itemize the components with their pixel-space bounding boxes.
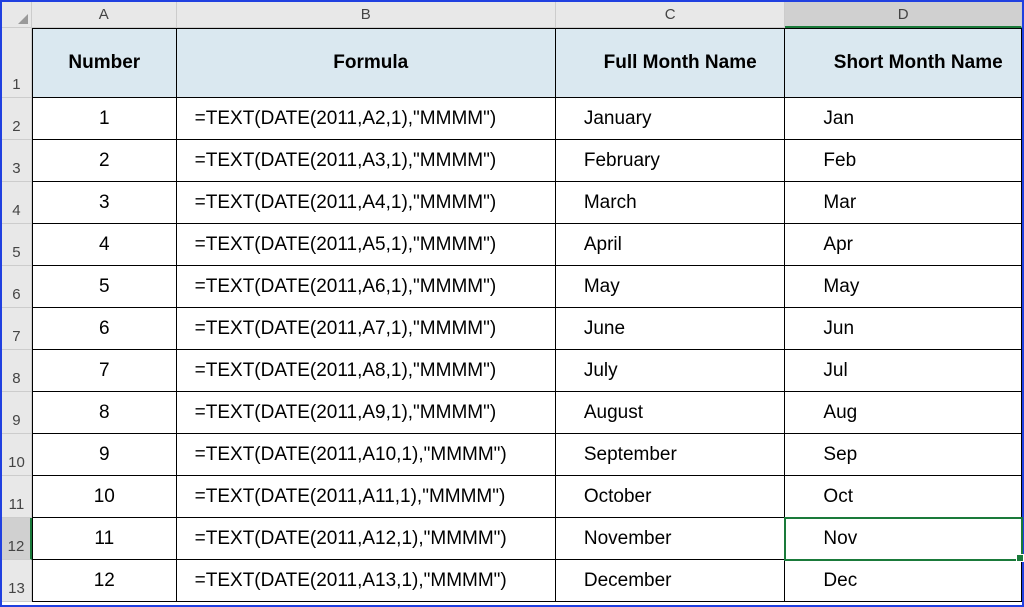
header-formula[interactable]: Formula bbox=[177, 28, 556, 98]
cell-full-month[interactable]: January bbox=[556, 98, 786, 140]
header-full-month[interactable]: Full Month Name bbox=[556, 28, 786, 98]
row-header[interactable]: 2 bbox=[2, 98, 32, 140]
cell-short-month[interactable]: Mar bbox=[785, 182, 1022, 224]
cell-formula[interactable]: =TEXT(DATE(2011,A2,1),"MMMM") bbox=[177, 98, 556, 140]
cell-number[interactable]: 1 bbox=[32, 98, 177, 140]
cell-formula[interactable]: =TEXT(DATE(2011,A10,1),"MMMM") bbox=[177, 434, 556, 476]
spreadsheet-grid: A B C D 1 Number Formula Full Month Name… bbox=[2, 2, 1022, 605]
cell-short-month[interactable]: Oct bbox=[785, 476, 1022, 518]
cell-formula[interactable]: =TEXT(DATE(2011,A8,1),"MMMM") bbox=[177, 350, 556, 392]
cell-formula[interactable]: =TEXT(DATE(2011,A9,1),"MMMM") bbox=[177, 392, 556, 434]
cell-number[interactable]: 12 bbox=[32, 560, 177, 602]
row-header[interactable]: 4 bbox=[2, 182, 32, 224]
cell-short-month[interactable]: Aug bbox=[785, 392, 1022, 434]
cell-short-month-active[interactable]: Nov bbox=[785, 518, 1022, 560]
table-row: 9 8 =TEXT(DATE(2011,A9,1),"MMMM") August… bbox=[2, 392, 1022, 434]
cell-formula[interactable]: =TEXT(DATE(2011,A5,1),"MMMM") bbox=[177, 224, 556, 266]
cell-formula[interactable]: =TEXT(DATE(2011,A12,1),"MMMM") bbox=[177, 518, 556, 560]
row-header-1[interactable]: 1 bbox=[2, 28, 32, 98]
table-row: 6 5 =TEXT(DATE(2011,A6,1),"MMMM") May Ma… bbox=[2, 266, 1022, 308]
cell-full-month[interactable]: December bbox=[556, 560, 786, 602]
cell-full-month[interactable]: April bbox=[556, 224, 786, 266]
cell-formula[interactable]: =TEXT(DATE(2011,A6,1),"MMMM") bbox=[177, 266, 556, 308]
row-header[interactable]: 5 bbox=[2, 224, 32, 266]
cell-full-month[interactable]: August bbox=[556, 392, 786, 434]
cell-number[interactable]: 9 bbox=[32, 434, 177, 476]
cell-short-month[interactable]: Apr bbox=[785, 224, 1022, 266]
cell-number[interactable]: 8 bbox=[32, 392, 177, 434]
col-header-d[interactable]: D bbox=[785, 2, 1022, 28]
cell-number[interactable]: 7 bbox=[32, 350, 177, 392]
cell-full-month[interactable]: February bbox=[556, 140, 786, 182]
row-header[interactable]: 13 bbox=[2, 560, 32, 602]
cell-full-month[interactable]: March bbox=[556, 182, 786, 224]
cell-number[interactable]: 2 bbox=[32, 140, 177, 182]
cell-number[interactable]: 11 bbox=[32, 518, 177, 560]
table-row: 5 4 =TEXT(DATE(2011,A5,1),"MMMM") April … bbox=[2, 224, 1022, 266]
row-header[interactable]: 11 bbox=[2, 476, 32, 518]
col-header-c[interactable]: C bbox=[556, 2, 786, 28]
cell-number[interactable]: 4 bbox=[32, 224, 177, 266]
select-all-corner[interactable] bbox=[2, 2, 32, 28]
cell-short-month[interactable]: Jun bbox=[785, 308, 1022, 350]
row-header[interactable]: 6 bbox=[2, 266, 32, 308]
col-header-a[interactable]: A bbox=[32, 2, 177, 28]
table-row: 12 11 =TEXT(DATE(2011,A12,1),"MMMM") Nov… bbox=[2, 518, 1022, 560]
header-short-month[interactable]: Short Month Name bbox=[785, 28, 1022, 98]
cell-formula[interactable]: =TEXT(DATE(2011,A7,1),"MMMM") bbox=[177, 308, 556, 350]
table-row: 4 3 =TEXT(DATE(2011,A4,1),"MMMM") March … bbox=[2, 182, 1022, 224]
table-row: 10 9 =TEXT(DATE(2011,A10,1),"MMMM") Sept… bbox=[2, 434, 1022, 476]
row-header[interactable]: 3 bbox=[2, 140, 32, 182]
table-header-row: 1 Number Formula Full Month Name Short M… bbox=[2, 28, 1022, 98]
cell-formula[interactable]: =TEXT(DATE(2011,A4,1),"MMMM") bbox=[177, 182, 556, 224]
cell-number[interactable]: 5 bbox=[32, 266, 177, 308]
table-row: 3 2 =TEXT(DATE(2011,A3,1),"MMMM") Februa… bbox=[2, 140, 1022, 182]
cell-full-month[interactable]: May bbox=[556, 266, 786, 308]
table-row: 2 1 =TEXT(DATE(2011,A2,1),"MMMM") Januar… bbox=[2, 98, 1022, 140]
row-header[interactable]: 9 bbox=[2, 392, 32, 434]
cell-formula[interactable]: =TEXT(DATE(2011,A11,1),"MMMM") bbox=[177, 476, 556, 518]
column-headers-row: A B C D bbox=[2, 2, 1022, 28]
cell-number[interactable]: 3 bbox=[32, 182, 177, 224]
header-number[interactable]: Number bbox=[32, 28, 177, 98]
cell-formula[interactable]: =TEXT(DATE(2011,A3,1),"MMMM") bbox=[177, 140, 556, 182]
cell-short-month[interactable]: May bbox=[785, 266, 1022, 308]
cell-short-month[interactable]: Jul bbox=[785, 350, 1022, 392]
cell-number[interactable]: 6 bbox=[32, 308, 177, 350]
table-row: 8 7 =TEXT(DATE(2011,A8,1),"MMMM") July J… bbox=[2, 350, 1022, 392]
cell-full-month[interactable]: October bbox=[556, 476, 786, 518]
cell-formula[interactable]: =TEXT(DATE(2011,A13,1),"MMMM") bbox=[177, 560, 556, 602]
table-row: 11 10 =TEXT(DATE(2011,A11,1),"MMMM") Oct… bbox=[2, 476, 1022, 518]
row-header[interactable]: 12 bbox=[2, 518, 32, 560]
cell-short-month[interactable]: Sep bbox=[785, 434, 1022, 476]
cell-short-month[interactable]: Jan bbox=[785, 98, 1022, 140]
row-header[interactable]: 7 bbox=[2, 308, 32, 350]
table-row: 7 6 =TEXT(DATE(2011,A7,1),"MMMM") June J… bbox=[2, 308, 1022, 350]
cell-full-month[interactable]: November bbox=[556, 518, 786, 560]
col-header-b[interactable]: B bbox=[177, 2, 556, 28]
cell-short-month[interactable]: Feb bbox=[785, 140, 1022, 182]
cell-number[interactable]: 10 bbox=[32, 476, 177, 518]
row-header[interactable]: 8 bbox=[2, 350, 32, 392]
cell-full-month[interactable]: June bbox=[556, 308, 786, 350]
cell-full-month[interactable]: September bbox=[556, 434, 786, 476]
table-row: 13 12 =TEXT(DATE(2011,A13,1),"MMMM") Dec… bbox=[2, 560, 1022, 602]
row-header[interactable]: 10 bbox=[2, 434, 32, 476]
cell-short-month[interactable]: Dec bbox=[785, 560, 1022, 602]
cell-full-month[interactable]: July bbox=[556, 350, 786, 392]
